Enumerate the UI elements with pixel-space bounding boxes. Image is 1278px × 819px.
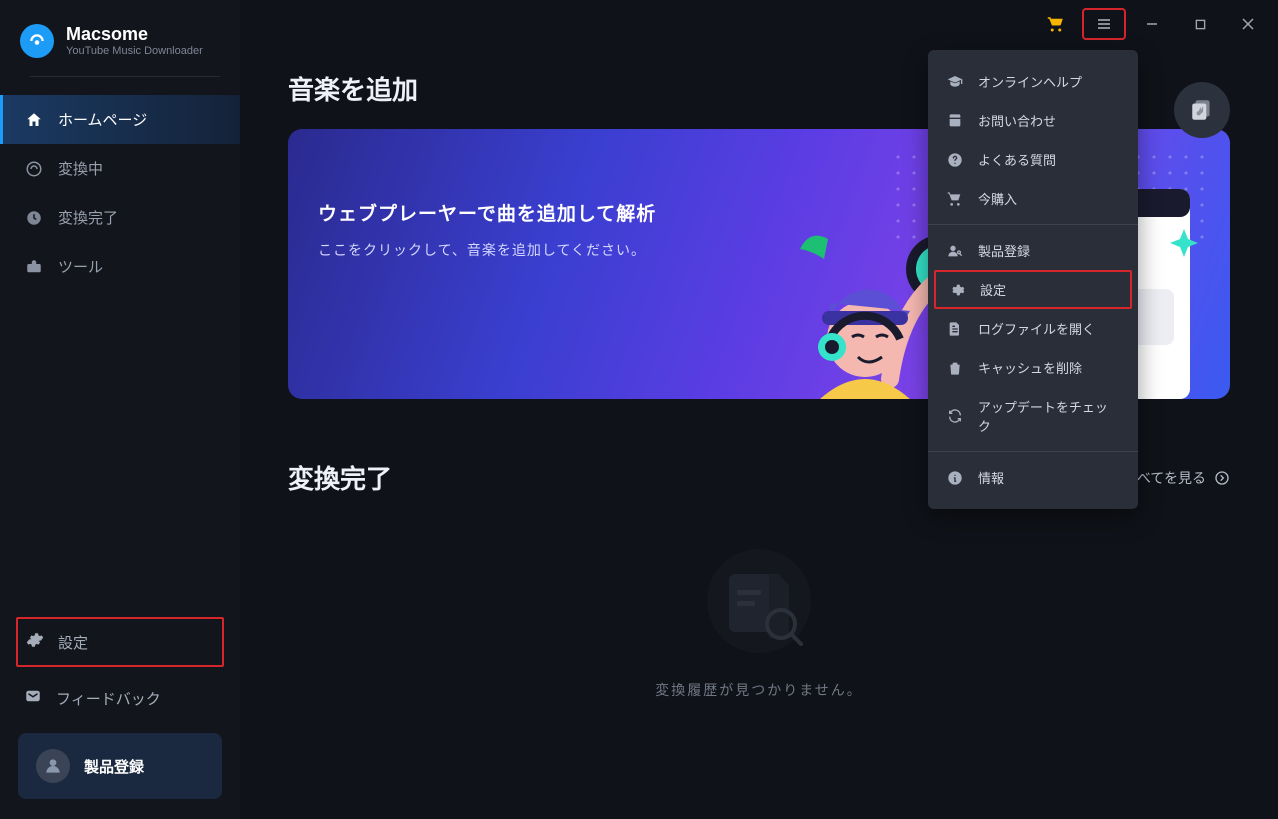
sidebar-bottom: 設定 フィードバック 製品登録 — [0, 617, 240, 819]
music-files-icon — [1189, 97, 1215, 123]
toolbox-icon — [24, 257, 44, 277]
hamburger-menu: オンラインヘルプ お問い合わせ よくある質問 今購入 製品登録 設定 ログファイ… — [928, 50, 1138, 509]
sidebar-feedback[interactable]: フィードバック — [0, 673, 240, 723]
hamburger-menu-button[interactable] — [1082, 8, 1126, 40]
history-title: 変換完了 — [288, 459, 392, 496]
user-icon — [36, 749, 70, 783]
menu-label: 今購入 — [978, 189, 1017, 208]
menu-register[interactable]: 製品登録 — [928, 231, 1138, 270]
menu-label: お問い合わせ — [978, 111, 1056, 130]
menu-buy-now[interactable]: 今購入 — [928, 179, 1138, 218]
gear-icon — [26, 631, 44, 653]
sidebar-settings-label: 設定 — [58, 632, 88, 653]
menu-label: キャッシュを削除 — [978, 358, 1082, 377]
sidebar-item-label: ツール — [58, 256, 103, 277]
cart-icon — [946, 190, 964, 208]
cart-button[interactable] — [1034, 8, 1078, 40]
sidebar-item-home[interactable]: ホームページ — [0, 95, 240, 144]
card-heading: ウェブプレーヤーで曲を追加して解析 — [318, 199, 656, 226]
home-icon — [24, 110, 44, 130]
menu-label: アップデートをチェック — [978, 397, 1120, 435]
menu-label: よくある質問 — [978, 150, 1056, 169]
register-button[interactable]: 製品登録 — [18, 733, 222, 799]
menu-separator — [928, 224, 1138, 225]
close-button[interactable] — [1226, 8, 1270, 40]
phone-icon — [946, 112, 964, 130]
maximize-icon — [1195, 19, 1206, 30]
menu-about[interactable]: 情報 — [928, 458, 1138, 497]
menu-clear-cache[interactable]: キャッシュを削除 — [928, 348, 1138, 387]
menu-contact[interactable]: お問い合わせ — [928, 101, 1138, 140]
sidebar-item-label: 変換中 — [58, 158, 103, 179]
sidebar-item-label: 変換完了 — [58, 207, 118, 228]
graduation-icon — [946, 73, 964, 91]
nav: ホームページ 変換中 変換完了 ツール — [0, 95, 240, 291]
menu-label: 設定 — [980, 280, 1006, 299]
converting-icon — [24, 159, 44, 179]
empty-text: 変換履歴が見つかりません。 — [655, 680, 863, 700]
gear-icon — [948, 281, 966, 299]
refresh-icon — [946, 407, 964, 425]
minimize-icon — [1146, 18, 1158, 30]
empty-doc-icon — [699, 546, 819, 656]
cart-icon — [1047, 15, 1065, 33]
hamburger-icon — [1096, 16, 1112, 32]
menu-separator — [928, 451, 1138, 452]
sidebar-settings[interactable]: 設定 — [16, 617, 224, 667]
sidebar: Macsome YouTube Music Downloader ホームページ … — [0, 0, 240, 819]
menu-open-log[interactable]: ログファイルを開く — [928, 309, 1138, 348]
chevron-right-icon — [1214, 470, 1230, 486]
trash-icon — [946, 359, 964, 377]
menu-check-update[interactable]: アップデートをチェック — [928, 387, 1138, 445]
card-sub: ここをクリックして、音楽を追加してください。 — [318, 240, 656, 260]
titlebar — [0, 0, 1278, 48]
minimize-button[interactable] — [1130, 8, 1174, 40]
menu-online-help[interactable]: オンラインヘルプ — [928, 62, 1138, 101]
clock-icon — [24, 208, 44, 228]
menu-label: オンラインヘルプ — [978, 72, 1082, 91]
menu-settings[interactable]: 設定 — [934, 270, 1132, 309]
sidebar-item-label: ホームページ — [58, 109, 147, 130]
sidebar-feedback-label: フィードバック — [56, 688, 161, 709]
register-label: 製品登録 — [84, 756, 144, 777]
file-icon — [946, 320, 964, 338]
menu-label: ログファイルを開く — [978, 319, 1095, 338]
close-icon — [1242, 18, 1254, 30]
sidebar-item-tools[interactable]: ツール — [0, 242, 240, 291]
menu-label: 製品登録 — [978, 241, 1030, 260]
mail-icon — [24, 687, 42, 709]
user-key-icon — [946, 242, 964, 260]
sidebar-item-converting[interactable]: 変換中 — [0, 144, 240, 193]
sidebar-item-converted[interactable]: 変換完了 — [0, 193, 240, 242]
menu-faq[interactable]: よくある質問 — [928, 140, 1138, 179]
question-icon — [946, 151, 964, 169]
menu-label: 情報 — [978, 468, 1004, 487]
maximize-button[interactable] — [1178, 8, 1222, 40]
add-music-fab[interactable] — [1174, 82, 1230, 138]
empty-state: 変換履歴が見つかりません。 — [288, 536, 1230, 700]
info-icon — [946, 469, 964, 487]
view-all-link[interactable]: すべてを見る — [1124, 468, 1230, 488]
divider — [30, 76, 220, 77]
